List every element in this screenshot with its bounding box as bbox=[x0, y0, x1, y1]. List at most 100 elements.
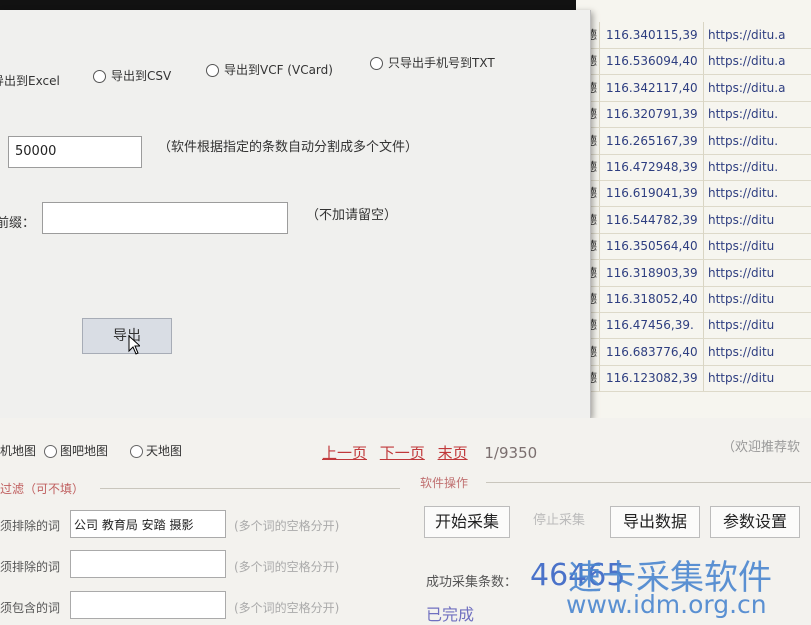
prefix-hint: （不加请留空） bbox=[306, 208, 398, 223]
export-data-button[interactable]: 导出数据 bbox=[610, 506, 700, 538]
map-option-1[interactable]: 机地图 bbox=[0, 442, 36, 459]
map-option-label: 天地图 bbox=[146, 444, 183, 458]
watermark-url: www.idm.org.cn bbox=[566, 590, 767, 619]
exclude-words-input[interactable]: 公司 教育局 安踏 摄影 bbox=[70, 510, 226, 538]
results-table: 德116.340115,39https://ditu.a德116.536094,… bbox=[576, 0, 811, 420]
cell-coordinate: 116.318052,40 bbox=[606, 286, 704, 312]
cell-url: https://ditu bbox=[708, 212, 775, 227]
export-data-label: 导出数据 bbox=[622, 512, 687, 531]
mouse-cursor-icon bbox=[128, 335, 140, 355]
table-row[interactable]: 德116.683776,40https://ditu bbox=[576, 338, 811, 366]
map-option-label: 图吧地图 bbox=[60, 444, 109, 458]
cell-url: https://ditu. bbox=[708, 186, 779, 201]
table-row[interactable]: 德116.318903,39https://ditu bbox=[576, 259, 811, 287]
welcome-text: （欢迎推荐软 bbox=[722, 440, 801, 455]
ops-group-title: 软件操作 bbox=[420, 476, 469, 490]
cell-coordinate: 116.536094,40 bbox=[606, 48, 704, 75]
cell-coordinate: 116.350564,40 bbox=[606, 233, 704, 260]
split-count-input[interactable]: 50000 bbox=[8, 136, 142, 168]
cell-url: https://ditu.a bbox=[708, 80, 786, 95]
split-hint: （软件根据指定的条数自动分割成多个文件） bbox=[158, 140, 419, 155]
radio-export-txt[interactable]: 只导出手机号到TXT bbox=[370, 54, 495, 71]
table-row[interactable]: 德116.123082,39https://ditu bbox=[576, 365, 811, 393]
radio-circle-icon bbox=[44, 445, 57, 458]
radio-circle-icon bbox=[93, 70, 106, 83]
ops-divider bbox=[486, 482, 811, 483]
cell-url: https://ditu.a bbox=[708, 28, 786, 42]
split-count-value: 50000 bbox=[15, 144, 57, 159]
include-words-label: 须包含的词 bbox=[0, 601, 61, 615]
settings-label: 参数设置 bbox=[722, 512, 787, 531]
cell-url: https://ditu bbox=[708, 292, 775, 306]
stop-collect-label: 停止采集 bbox=[532, 513, 585, 528]
cell-coordinate: 116.342117,40 bbox=[606, 74, 704, 101]
radio-export-excel[interactable]: 导出到Excel bbox=[0, 72, 60, 89]
radio-export-csv[interactable]: 导出到CSV bbox=[93, 67, 171, 84]
start-collect-button[interactable]: 开始采集 bbox=[424, 506, 510, 538]
cell-url: https://ditu. bbox=[708, 107, 779, 122]
table-row[interactable]: 德116.536094,40https://ditu.a bbox=[576, 48, 811, 76]
filter-group-title: 过滤（可不填） bbox=[0, 482, 85, 496]
table-row[interactable]: 德116.320791,39https://ditu. bbox=[576, 101, 811, 129]
map-option-tianditu[interactable]: 天地图 bbox=[128, 442, 182, 459]
cell-url: https://ditu bbox=[708, 371, 775, 386]
settings-button[interactable]: 参数设置 bbox=[710, 506, 800, 538]
cell-coordinate: 116.265167,39 bbox=[606, 127, 704, 154]
prefix-label: 前缀： bbox=[0, 216, 36, 231]
cell-coordinate: 116.320791,39 bbox=[606, 101, 704, 128]
table-row[interactable]: 德116.47456,39.https://ditu bbox=[576, 312, 811, 340]
start-collect-label: 开始采集 bbox=[434, 512, 499, 531]
radio-label: 只导出手机号到TXT bbox=[388, 56, 495, 70]
success-count-label: 成功采集条数： bbox=[426, 575, 518, 590]
cell-coordinate: 116.47456,39. bbox=[606, 312, 704, 339]
table-row[interactable]: 德116.340115,39https://ditu.a bbox=[576, 22, 811, 49]
cell-url: https://ditu bbox=[708, 239, 775, 254]
page-count: 1/9350 bbox=[484, 444, 538, 462]
cell-coordinate: 116.123082,39 bbox=[606, 365, 704, 392]
cell-coordinate: 116.472948,39 bbox=[606, 154, 704, 180]
cell-coordinate: 116.544782,39 bbox=[606, 206, 704, 233]
table-row[interactable]: 德116.472948,39https://ditu. bbox=[576, 154, 811, 181]
cell-coordinate: 116.683776,40 bbox=[606, 338, 704, 365]
next-page-link[interactable]: 下一页 bbox=[380, 444, 425, 462]
status-text: 已完成 bbox=[426, 605, 475, 624]
radio-circle-icon bbox=[206, 64, 219, 77]
cell-url: https://ditu bbox=[708, 265, 775, 280]
table-row[interactable]: 德116.350564,40https://ditu bbox=[576, 233, 811, 261]
prefix-input[interactable] bbox=[42, 202, 288, 234]
exclude-words-hint: (多个词的空格分开) bbox=[234, 519, 340, 533]
export-dialog: 导出到Excel 导出到CSV 导出到VCF (VCard) 只导出手机号到TX… bbox=[0, 10, 591, 418]
cell-url: https://ditu. bbox=[708, 160, 779, 174]
radio-label: 导出到Excel bbox=[0, 74, 60, 88]
table-row[interactable]: 德116.619041,39https://ditu. bbox=[576, 180, 811, 208]
radio-label: 导出到VCF (VCard) bbox=[224, 63, 333, 77]
exclude-words-2-input[interactable] bbox=[70, 550, 226, 578]
map-option-label: 机地图 bbox=[0, 444, 37, 458]
last-page-link[interactable]: 末页 bbox=[438, 444, 468, 462]
stop-collect-button[interactable]: 停止采集 bbox=[518, 506, 600, 538]
cell-coordinate: 116.318903,39 bbox=[606, 259, 704, 286]
exclude-words-2-label: 须排除的词 bbox=[0, 560, 61, 574]
radio-export-vcf[interactable]: 导出到VCF (VCard) bbox=[206, 61, 333, 78]
exclude-words-label: 须排除的词 bbox=[0, 519, 61, 533]
table-row[interactable]: 德116.544782,39https://ditu bbox=[576, 206, 811, 234]
map-option-tuba[interactable]: 图吧地图 bbox=[42, 442, 108, 459]
cell-url: https://ditu bbox=[708, 318, 775, 333]
cell-coordinate: 116.619041,39 bbox=[606, 180, 704, 207]
exclude-words-value: 公司 教育局 安踏 摄影 bbox=[74, 518, 194, 532]
cell-url: https://ditu bbox=[708, 344, 775, 359]
include-words-input[interactable] bbox=[70, 591, 226, 619]
exclude-words-2-hint: (多个词的空格分开) bbox=[234, 560, 340, 574]
radio-label: 导出到CSV bbox=[111, 69, 172, 83]
table-row[interactable]: 德116.265167,39https://ditu. bbox=[576, 127, 811, 155]
radio-circle-icon bbox=[370, 57, 383, 70]
table-row[interactable]: 德116.342117,40https://ditu.a bbox=[576, 74, 811, 102]
prev-page-link[interactable]: 上一页 bbox=[322, 444, 367, 462]
pager: 上一页 下一页 末页 1/9350 bbox=[322, 442, 545, 463]
table-row[interactable]: 德116.318052,40https://ditu bbox=[576, 286, 811, 313]
cell-coordinate: 116.340115,39 bbox=[606, 22, 704, 48]
cell-url: https://ditu. bbox=[708, 133, 779, 148]
include-words-hint: (多个词的空格分开) bbox=[234, 601, 340, 615]
radio-circle-icon bbox=[130, 445, 143, 458]
export-button[interactable]: 导出 bbox=[82, 318, 172, 354]
